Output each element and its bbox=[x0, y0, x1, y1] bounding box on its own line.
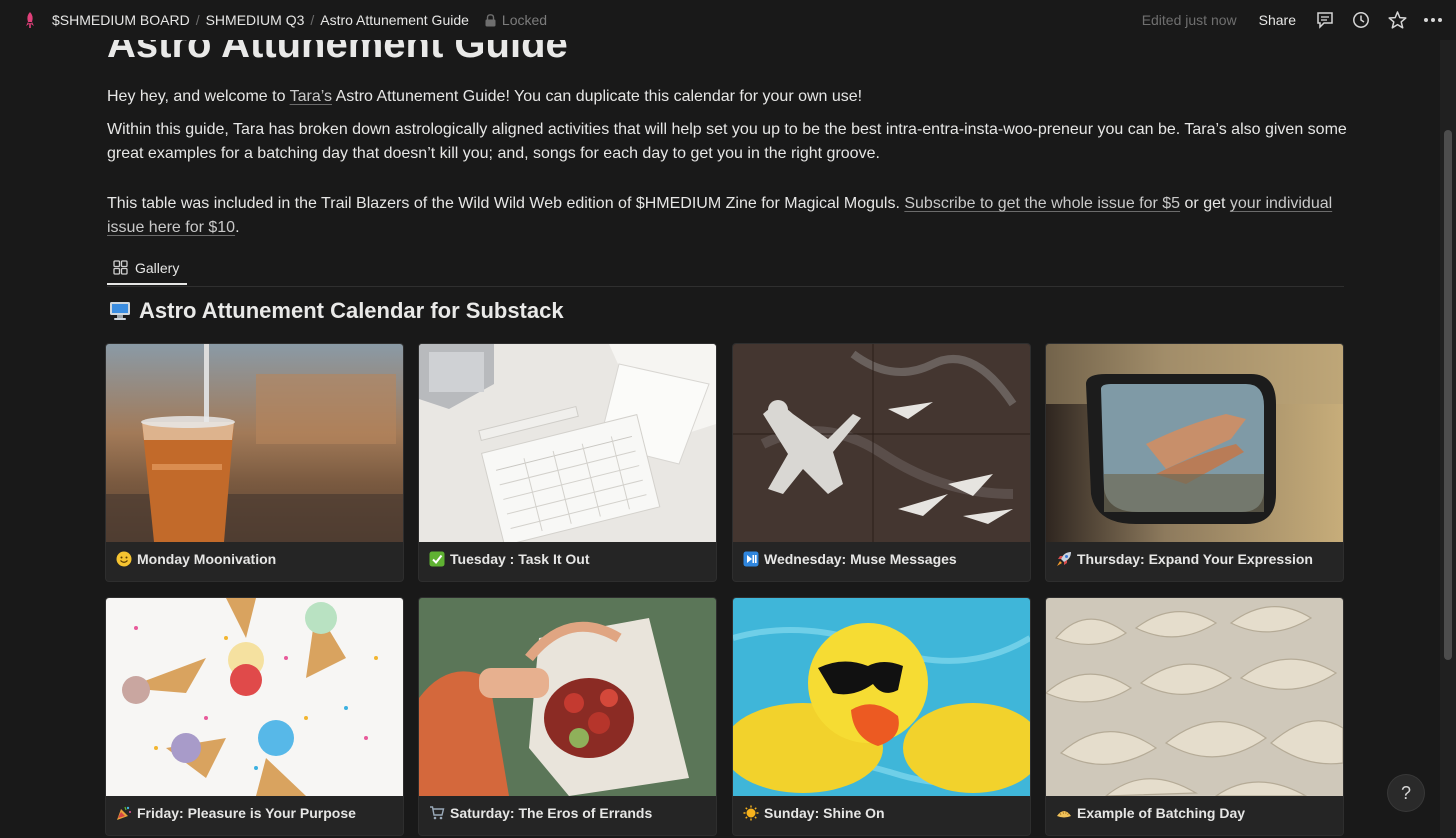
page-content: Astro Attunement Guide Hey hey, and welc… bbox=[0, 0, 1440, 838]
gallery-card[interactable]: Saturday: The Eros of Errands bbox=[419, 598, 716, 835]
breadcrumb-item-current-page[interactable]: Astro Attunement Guide bbox=[316, 10, 473, 30]
card-title: Friday: Pleasure is Your Purpose bbox=[115, 804, 356, 821]
top-actions: Edited just now Share bbox=[1142, 9, 1444, 31]
card-cover-image bbox=[106, 344, 403, 542]
favorite-star-icon[interactable] bbox=[1386, 9, 1408, 31]
sun-icon bbox=[742, 804, 759, 821]
card-title: Example of Batching Day bbox=[1055, 804, 1245, 821]
card-cover-image bbox=[419, 598, 716, 796]
card-title-text: Wednesday: Muse Messages bbox=[764, 550, 957, 567]
body-paragraph: Within this guide, Tara has broken down … bbox=[107, 121, 1347, 162]
subscribe-link[interactable]: Subscribe to get the whole issue for $5 bbox=[904, 195, 1180, 212]
card-title: Thursday: Expand Your Expression bbox=[1055, 550, 1313, 567]
card-title-text: Sunday: Shine On bbox=[764, 804, 885, 821]
intro-paragraph: Hey hey, and welcome to Tara’s Astro Att… bbox=[107, 85, 1347, 109]
database-title[interactable]: Astro Attunement Calendar for Substack bbox=[109, 298, 564, 324]
breadcrumb-separator: / bbox=[310, 12, 315, 28]
tab-gallery[interactable]: Gallery bbox=[107, 252, 188, 285]
card-title: Tuesday : Task It Out bbox=[428, 550, 590, 567]
breadcrumb-item-shmedium-board[interactable]: $SHMEDIUM BOARD bbox=[48, 10, 194, 30]
note-text-after: . bbox=[235, 219, 240, 236]
card-cover-image bbox=[1046, 344, 1343, 542]
page-scrollbar[interactable] bbox=[1440, 0, 1456, 838]
gallery-card[interactable]: Tuesday : Task It Out bbox=[419, 344, 716, 581]
card-title-text: Tuesday : Task It Out bbox=[450, 550, 590, 567]
computer-icon bbox=[109, 301, 131, 321]
breadcrumb-item-shmedium-q3[interactable]: SHMEDIUM Q3 bbox=[202, 10, 309, 30]
gallery-card[interactable]: Sunday: Shine On bbox=[733, 598, 1030, 835]
more-options-icon[interactable] bbox=[1422, 9, 1444, 31]
card-cover-image bbox=[419, 344, 716, 542]
gallery-card[interactable]: Thursday: Expand Your Expression bbox=[1046, 344, 1343, 581]
gallery-card[interactable]: Monday Moonivation bbox=[106, 344, 403, 581]
edited-timestamp: Edited just now bbox=[1141, 12, 1237, 28]
shopping-cart-icon bbox=[428, 804, 445, 821]
dumpling-icon bbox=[1055, 804, 1072, 821]
view-tabs: Gallery bbox=[107, 252, 1344, 287]
note-text-before: This table was included in the Trail Bla… bbox=[107, 195, 905, 212]
check-mark-icon bbox=[428, 550, 445, 567]
breadcrumb-separator: / bbox=[195, 12, 200, 28]
card-title-text: Saturday: The Eros of Errands bbox=[450, 804, 653, 821]
lock-icon bbox=[485, 13, 496, 26]
card-cover-image bbox=[733, 344, 1030, 542]
comments-icon[interactable] bbox=[1314, 9, 1336, 31]
card-title: Saturday: The Eros of Errands bbox=[428, 804, 652, 821]
card-title-text: Thursday: Expand Your Expression bbox=[1077, 550, 1313, 567]
card-cover-image bbox=[1046, 598, 1343, 796]
card-title-text: Monday Moonivation bbox=[137, 550, 277, 567]
note-paragraph: This table was included in the Trail Bla… bbox=[107, 192, 1347, 240]
rocket-icon bbox=[1055, 550, 1072, 567]
gallery-card[interactable]: Friday: Pleasure is Your Purpose bbox=[106, 598, 403, 835]
intro-text-after: Astro Attunement Guide! You can duplicat… bbox=[332, 88, 863, 105]
card-title: Wednesday: Muse Messages bbox=[742, 550, 957, 567]
history-clock-icon[interactable] bbox=[1350, 9, 1372, 31]
breadcrumb: $SHMEDIUM BOARD / SHMEDIUM Q3 / Astro At… bbox=[48, 10, 473, 30]
note-text-middle: or get bbox=[1180, 195, 1230, 212]
card-cover-image bbox=[106, 598, 403, 796]
scrollbar-thumb[interactable] bbox=[1444, 130, 1452, 660]
top-bar: $SHMEDIUM BOARD / SHMEDIUM Q3 / Astro At… bbox=[0, 0, 1456, 40]
gallery-icon bbox=[113, 260, 128, 275]
smiley-icon bbox=[115, 550, 132, 567]
intro-text-before: Hey hey, and welcome to bbox=[107, 88, 290, 105]
play-pause-icon bbox=[742, 550, 759, 567]
locked-status[interactable]: Locked bbox=[485, 12, 547, 28]
tab-gallery-label: Gallery bbox=[135, 259, 180, 276]
database-title-text: Astro Attunement Calendar for Substack bbox=[139, 298, 564, 323]
card-cover-image bbox=[733, 598, 1030, 796]
rocket-page-icon[interactable] bbox=[22, 12, 38, 28]
gallery-card[interactable]: Example of Batching Day bbox=[1046, 598, 1343, 835]
gallery-card[interactable]: Wednesday: Muse Messages bbox=[733, 344, 1030, 581]
locked-label: Locked bbox=[501, 12, 548, 28]
card-title: Sunday: Shine On bbox=[742, 804, 885, 821]
party-popper-icon bbox=[115, 804, 132, 821]
tara-link[interactable]: Tara’s bbox=[290, 88, 332, 105]
help-button[interactable]: ? bbox=[1388, 775, 1424, 811]
card-title: Monday Moonivation bbox=[115, 550, 276, 567]
share-button[interactable]: Share bbox=[1259, 12, 1296, 28]
card-title-text: Friday: Pleasure is Your Purpose bbox=[137, 804, 356, 821]
card-title-text: Example of Batching Day bbox=[1077, 804, 1246, 821]
